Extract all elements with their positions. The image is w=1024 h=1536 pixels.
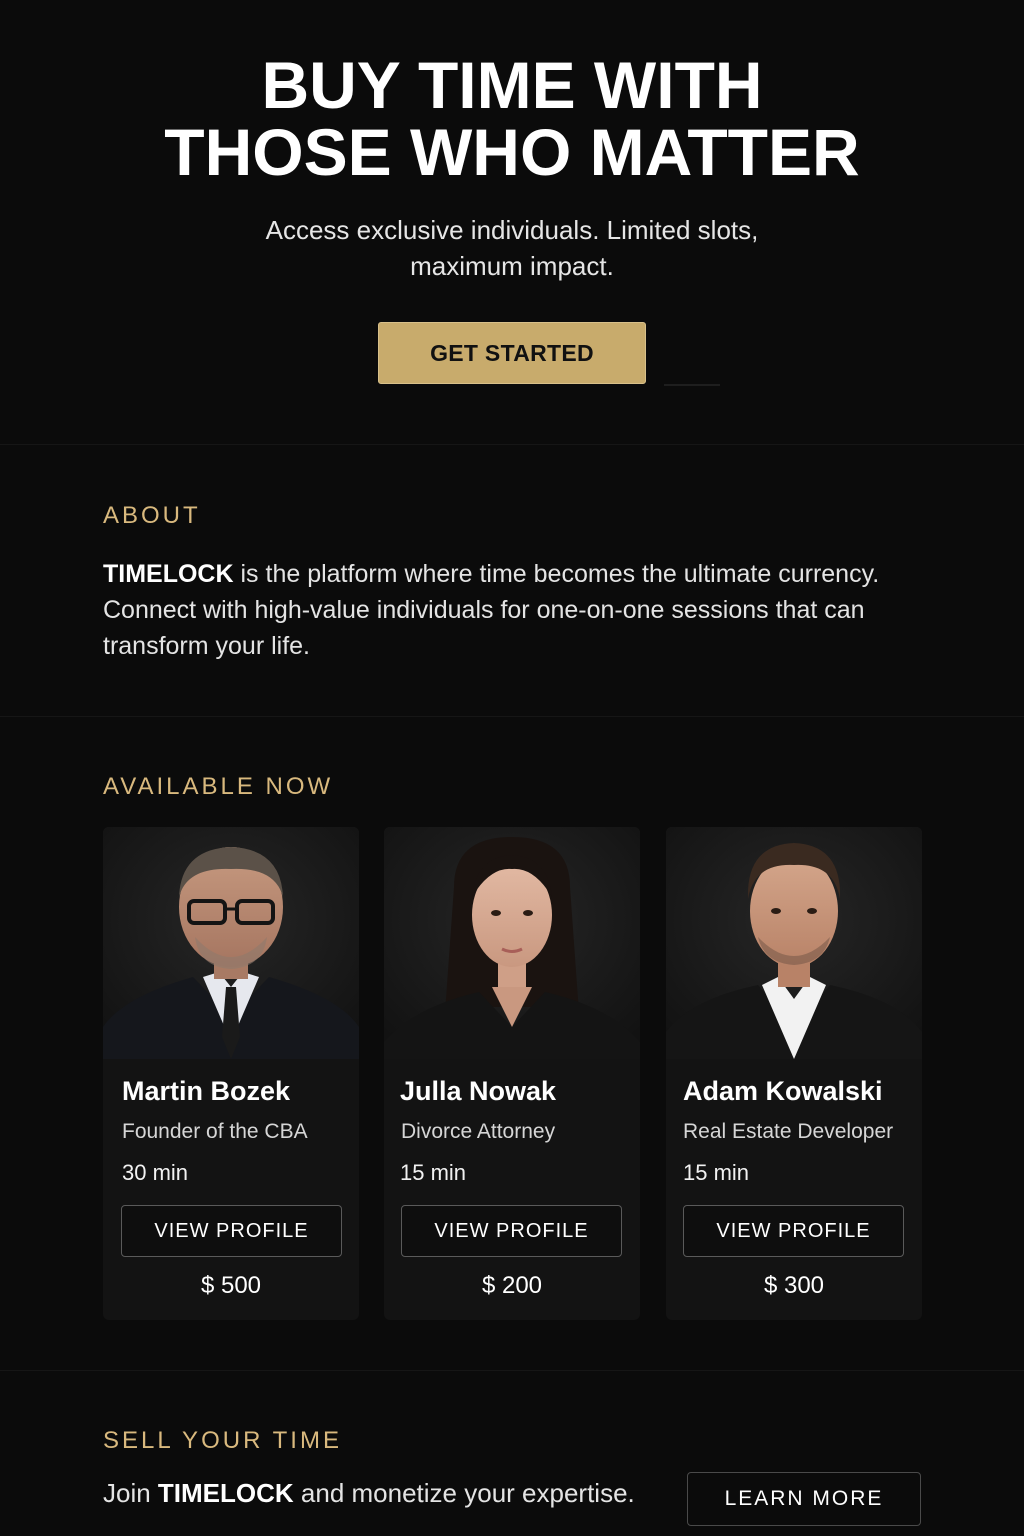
hero-title: BUY TIME WITH THOSE WHO MATTER <box>0 52 1024 186</box>
about-brand: TIMELOCK <box>103 560 234 588</box>
available-now-heading: AVAILABLE NOW <box>103 773 334 800</box>
profile-photo <box>103 827 359 1059</box>
hero-section: BUY TIME WITH THOSE WHO MATTER Access ex… <box>0 0 1024 444</box>
profile-name: Adam Kowalski <box>683 1076 883 1106</box>
profile-photo <box>384 827 640 1059</box>
hero-subtitle-line-2: maximum impact. <box>410 251 614 281</box>
profile-name: Martin Bozek <box>122 1076 291 1106</box>
profile-card[interactable]: Adam Kowalski Real Estate Developer 15 m… <box>666 827 922 1320</box>
about-text: TIMELOCK is the platform where time beco… <box>103 556 883 664</box>
profile-photo <box>666 827 922 1059</box>
session-duration: 15 min <box>683 1160 750 1185</box>
section-divider <box>0 444 1024 445</box>
hero-title-line-2: THOSE WHO MATTER <box>164 115 860 189</box>
view-profile-button[interactable]: VIEW PROFILE <box>683 1205 904 1257</box>
sell-text-prefix: Join <box>103 1478 158 1508</box>
session-price: $ 200 <box>481 1272 543 1299</box>
decorative-line <box>664 384 720 386</box>
landing-page: BUY TIME WITH THOSE WHO MATTER Access ex… <box>0 0 1024 1536</box>
profile-role: Divorce Attorney <box>401 1120 556 1143</box>
hero-subtitle-line-1: Access exclusive individuals. Limited sl… <box>265 215 759 245</box>
view-profile-button[interactable]: VIEW PROFILE <box>121 1205 342 1257</box>
sell-brand: TIMELOCK <box>157 1478 294 1508</box>
sell-your-time-heading: SELL YOUR TIME <box>103 1427 342 1454</box>
session-duration: 15 min <box>400 1160 467 1185</box>
section-divider <box>0 716 1024 717</box>
profile-card[interactable]: Martin Bozek Founder of the CBA 30 min V… <box>103 827 359 1320</box>
profile-name: Julla Nowak <box>400 1076 557 1106</box>
profile-role: Real Estate Developer <box>683 1120 894 1143</box>
profile-card[interactable]: Julla Nowak Divorce Attorney 15 min VIEW… <box>384 827 640 1320</box>
profile-role: Founder of the CBA <box>122 1120 308 1143</box>
view-profile-button[interactable]: VIEW PROFILE <box>401 1205 622 1257</box>
session-duration: 30 min <box>122 1160 189 1185</box>
session-price: $ 300 <box>763 1272 825 1299</box>
sell-text-suffix: and monetize your expertise. <box>293 1478 635 1508</box>
about-heading: ABOUT <box>103 502 201 529</box>
get-started-button[interactable]: GET STARTED <box>378 322 646 384</box>
hero-title-line-1: BUY TIME WITH <box>261 48 763 122</box>
sell-text: Join TIMELOCK and monetize your expertis… <box>103 1478 635 1509</box>
hero-subtitle: Access exclusive individuals. Limited sl… <box>212 212 812 284</box>
learn-more-button[interactable]: LEARN MORE <box>687 1472 921 1526</box>
session-price: $ 500 <box>200 1272 262 1299</box>
section-divider <box>0 1370 1024 1371</box>
